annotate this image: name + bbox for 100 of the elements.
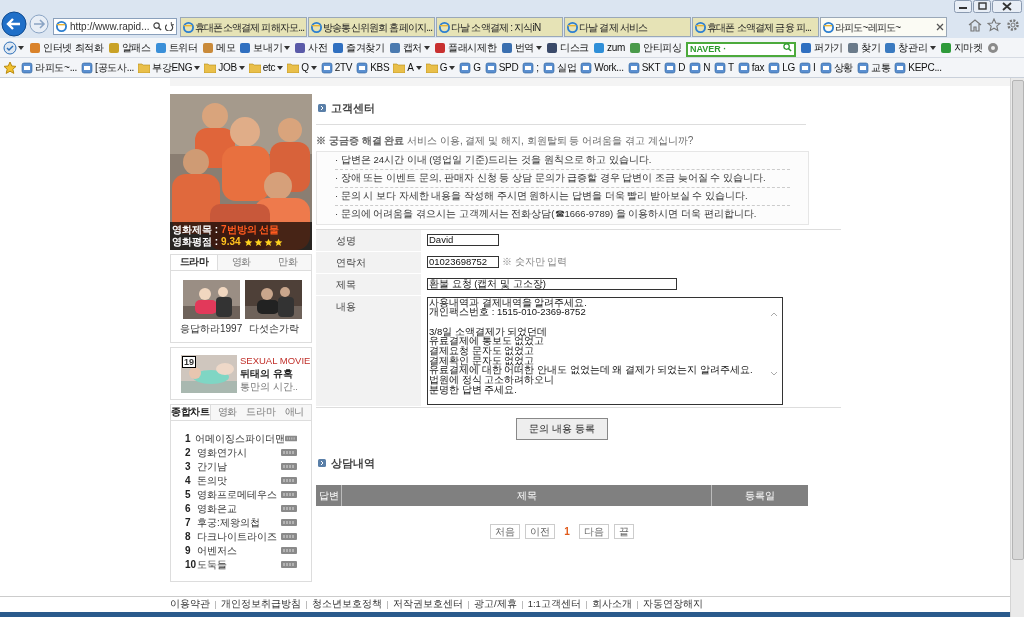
browser-tab[interactable]: 휴대폰소액결제 피해자모... xyxy=(180,17,307,37)
browser-tab[interactable]: 방송통신위원회 홈페이지... xyxy=(308,17,435,37)
address-bar[interactable]: http://www.rapid... xyxy=(53,18,177,35)
favorite-item[interactable]: Q xyxy=(287,60,317,75)
close-icon[interactable] xyxy=(936,23,944,31)
toolbar-item[interactable]: 캡처 xyxy=(388,40,431,55)
caret-icon[interactable] xyxy=(194,65,201,70)
toolbar-options-button[interactable] xyxy=(3,40,25,55)
settings-icon[interactable] xyxy=(1006,18,1020,32)
favorite-item[interactable]: 라피도~... xyxy=(21,60,78,75)
refresh-icon[interactable] xyxy=(165,22,174,31)
toolbar-item[interactable]: 인터넷 최적화 xyxy=(29,40,104,55)
toolbar-item[interactable]: 트위터 xyxy=(154,40,198,55)
toolbar-item[interactable]: 안티피싱 xyxy=(629,40,682,55)
toolbar-item[interactable]: 사전 xyxy=(294,40,328,55)
toolbar-item[interactable]: 메모 xyxy=(201,40,236,55)
pagination-button[interactable]: 다음 xyxy=(578,524,609,539)
chart-title[interactable]: 후궁:제왕의첩 xyxy=(197,514,260,530)
favorite-item[interactable]: LG xyxy=(768,60,796,75)
favorite-item[interactable]: D xyxy=(664,60,686,75)
browser-tab[interactable]: 라피도~레피도~ xyxy=(820,17,947,37)
favorite-item[interactable]: A xyxy=(393,60,422,75)
toolbar-item[interactable]: 창관리 xyxy=(884,40,936,55)
search-icon[interactable] xyxy=(153,22,162,31)
chart-title[interactable]: 영화은교 xyxy=(197,500,237,516)
search-field[interactable]: NAVER · xyxy=(685,41,796,57)
caret-icon[interactable] xyxy=(415,65,422,70)
caret-icon[interactable] xyxy=(424,45,431,50)
chart-title[interactable]: 다크나이트라이즈 xyxy=(197,528,277,544)
scrollbar-thumb[interactable] xyxy=(1011,80,1024,560)
chart-title[interactable]: 간기남 xyxy=(197,458,227,474)
toolbar-item[interactable]: 디스크 xyxy=(545,40,590,55)
favorite-item[interactable]: 부강ENG xyxy=(138,60,201,75)
chart-title[interactable]: 영화프로메테우스 xyxy=(197,486,277,502)
sidebar-tab[interactable]: 드라마 xyxy=(244,405,278,420)
ad-panel[interactable]: 19 SEXUAL MOVIE 뒤태의 유혹 통만의 시간.. xyxy=(170,347,312,400)
favorite-item[interactable]: fax xyxy=(737,60,765,75)
chart-title[interactable]: 영화연가시 xyxy=(197,444,247,460)
favorite-item[interactable]: I xyxy=(799,60,816,75)
sidebar-tab[interactable]: 영화 xyxy=(218,255,265,270)
favorite-item[interactable]: KEPC... xyxy=(894,60,942,75)
favorite-item[interactable]: KBS xyxy=(356,60,390,75)
footer-link[interactable]: 회사소개 xyxy=(591,597,632,612)
toolbar-item[interactable]: 즐겨찾기 xyxy=(331,40,385,55)
favorite-item[interactable]: G xyxy=(459,60,481,75)
pagination-button[interactable]: 이전 xyxy=(525,524,556,539)
caret-icon[interactable] xyxy=(310,65,317,70)
sidebar-tab[interactable]: 종합차트 xyxy=(171,405,211,420)
favorites-star-icon[interactable] xyxy=(987,18,1001,32)
text-input[interactable]: 01023698752 xyxy=(427,256,499,268)
chart-title[interactable]: 돈의맛 xyxy=(197,472,227,488)
thumbnail-caption[interactable]: 응답하라1997 xyxy=(180,321,243,336)
home-icon[interactable] xyxy=(968,18,982,32)
content-textarea[interactable]: 사용내역과 결제내역을 알려주세요. 개인팩스번호 : 1515-010-2369-8752 3/8일 소액결제가 되었던데 유료결제에 통보도 없었고 결제요청 문자도 없었고 결제확인 문자도 없었고 유료결제에 대한 어떠한 안내도 없었는데 왜 결제가 되었는지 알려주세요. 법원에 정식 고소하려하오니 분명한 답변 주세요. xyxy=(427,296,783,405)
toolbar-item[interactable]: 알패스 xyxy=(107,40,151,55)
browser-tab[interactable]: 다날 소액결제 : 지식iN xyxy=(436,17,563,37)
caret-icon[interactable] xyxy=(238,65,245,70)
minimize-button[interactable] xyxy=(954,0,972,13)
browser-tab[interactable]: 휴대폰 소액결제 금융 피... xyxy=(692,17,819,37)
back-button[interactable] xyxy=(1,11,27,37)
favorite-item[interactable]: etc xyxy=(248,60,284,75)
submit-button[interactable]: 문의 내용 등록 xyxy=(516,417,608,440)
favorite-item[interactable]: ; xyxy=(522,60,539,75)
toolbar-item[interactable]: 지마켓 xyxy=(939,40,983,55)
pagination-button[interactable]: 끝 xyxy=(613,524,634,539)
footer-link[interactable]: 광고/제휴 xyxy=(474,597,517,612)
favorite-item[interactable]: [공도사... xyxy=(81,60,135,75)
favorite-item[interactable]: N xyxy=(689,60,711,75)
favorite-item[interactable]: 2TV xyxy=(320,60,353,75)
favorite-item[interactable]: SKT xyxy=(627,60,661,75)
favorite-item[interactable]: 상황 xyxy=(819,60,853,75)
footer-link[interactable]: 청소년보호정책 xyxy=(312,597,382,612)
toolbar-item[interactable]: 플래시제한 xyxy=(434,40,497,55)
text-input[interactable]: 환불 요청 (캡처 및 고소장) xyxy=(427,278,677,290)
text-input[interactable]: David xyxy=(427,234,499,246)
scrollbar[interactable] xyxy=(1010,78,1024,617)
footer-link[interactable]: 이용약관 xyxy=(170,597,210,612)
caret-icon[interactable] xyxy=(277,65,284,70)
toolbar-item[interactable]: 번역 xyxy=(500,40,542,55)
toolbar-item[interactable]: zum xyxy=(593,40,626,55)
thumbnail-caption[interactable]: 다섯손가락 xyxy=(248,321,299,336)
toolbar-item[interactable]: 보내기 xyxy=(239,40,291,55)
chart-title[interactable]: 어벤저스 xyxy=(197,542,237,558)
favorite-item[interactable]: 실업 xyxy=(542,60,577,75)
favorites-star-icon[interactable] xyxy=(3,60,17,75)
toolbar-item[interactable]: 퍼가기 xyxy=(799,40,843,55)
circle-icon[interactable] xyxy=(986,41,999,54)
caret-icon[interactable] xyxy=(449,65,456,70)
favorite-item[interactable]: T xyxy=(714,60,734,75)
page-number[interactable]: 1 xyxy=(560,524,574,539)
sidebar-tab[interactable]: 영화 xyxy=(210,405,245,420)
sidebar-tab[interactable]: 만화 xyxy=(264,255,311,270)
footer-link[interactable]: 개인정보취급방침 xyxy=(221,597,301,612)
favorite-item[interactable]: SPD xyxy=(484,60,519,75)
browser-tab[interactable]: 다날 결제 서비스 xyxy=(564,17,691,37)
close-button[interactable] xyxy=(992,0,1022,13)
caret-icon[interactable] xyxy=(284,45,291,50)
toolbar-item[interactable]: 찾기 xyxy=(847,40,881,55)
footer-link[interactable]: 1:1고객센터 xyxy=(527,597,581,612)
restore-button[interactable] xyxy=(973,0,991,13)
